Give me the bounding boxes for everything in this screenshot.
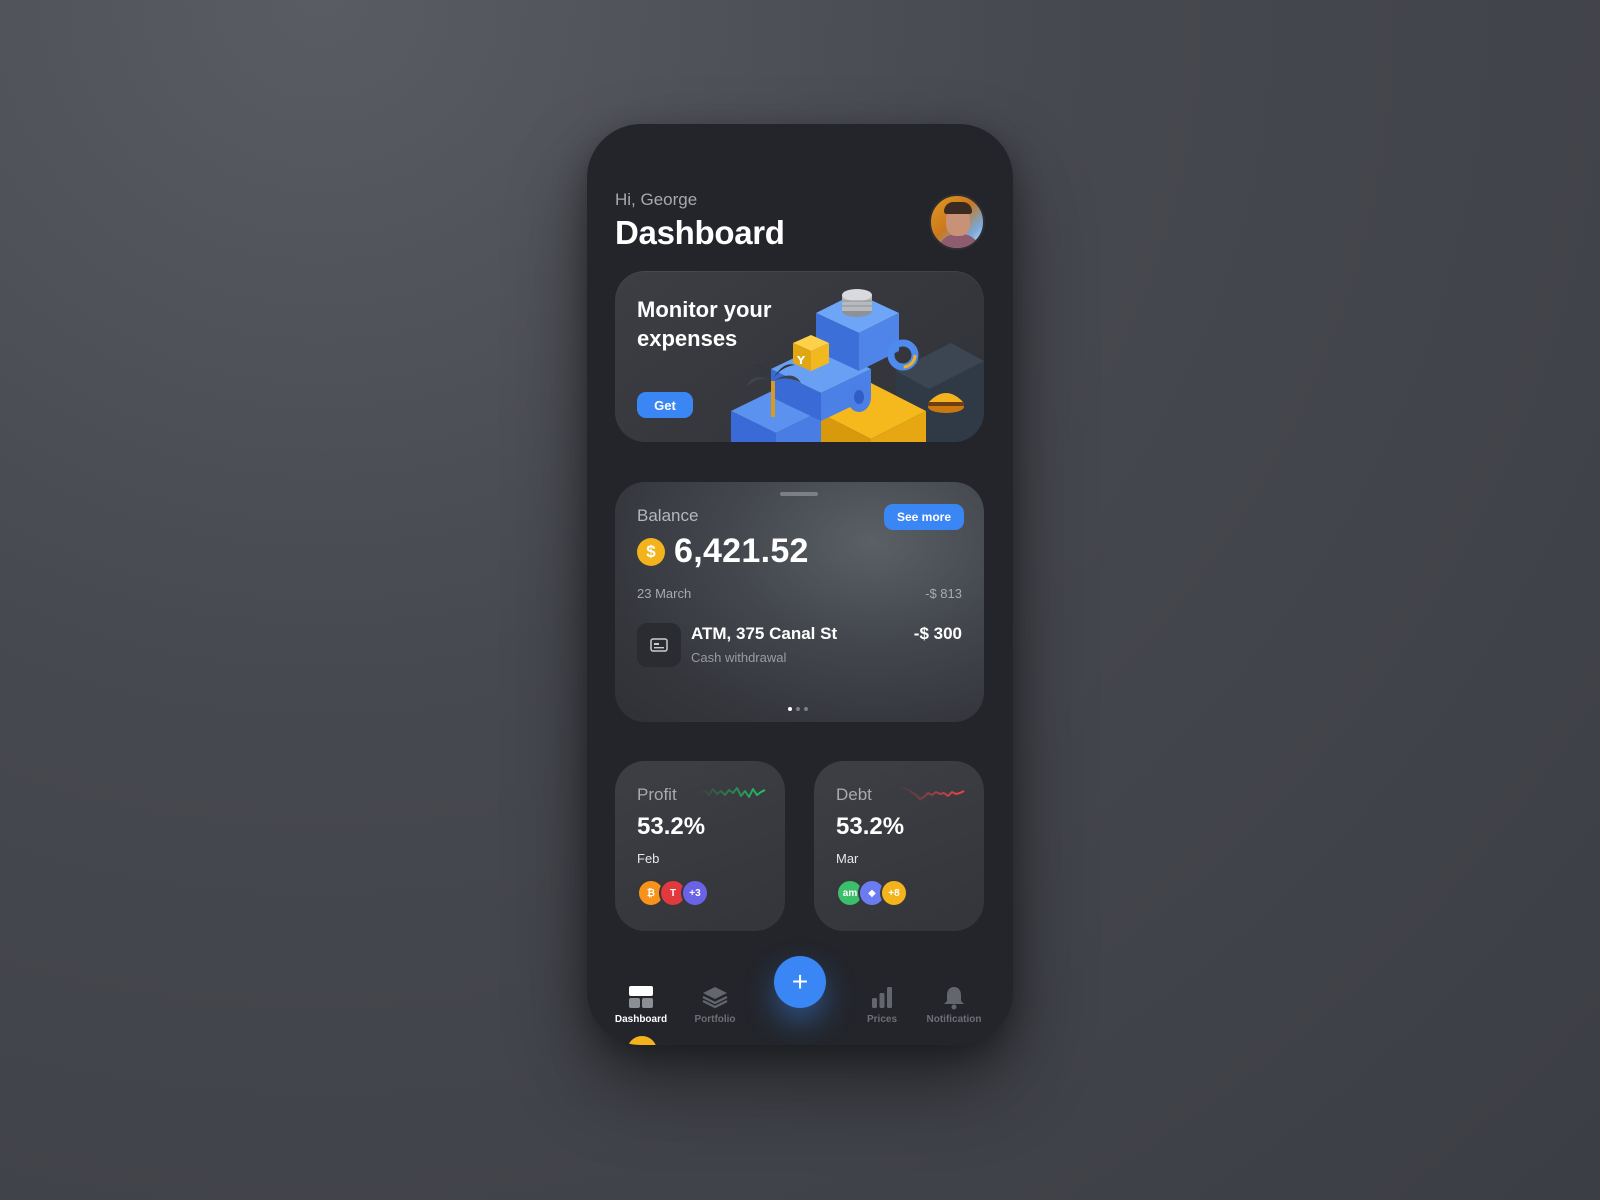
pager-dot[interactable]: [804, 707, 808, 711]
promo-card[interactable]: Monitor your expenses Get Y: [615, 271, 984, 442]
balance-label: Balance: [637, 506, 699, 525]
nav-label-notification: Notification: [926, 1014, 982, 1025]
dollar-coin-icon: $: [637, 538, 665, 566]
balance-card[interactable]: Balance See more $ 6,421.52 23 March -$ …: [615, 482, 984, 722]
avatar-shirt: [938, 234, 980, 248]
transaction-subtitle: Cash withdrawal: [691, 650, 787, 665]
chip-glyph: ◆: [868, 887, 876, 899]
nav-item-dashboard[interactable]: Dashboard: [601, 984, 681, 1025]
see-more-button[interactable]: See more: [884, 504, 964, 530]
nav-label-dashboard: Dashboard: [614, 1014, 668, 1025]
avatar-hair: [944, 202, 972, 214]
page-title: Dashboard: [615, 214, 785, 251]
transaction-name[interactable]: ATM, 375 Canal St: [691, 624, 837, 644]
bottom-nav: Dashboard Portfolio + Prices Notificatio…: [587, 954, 1013, 1045]
svg-text:Y: Y: [796, 354, 806, 367]
more-assets-count[interactable]: +3: [681, 879, 709, 907]
profit-month: Feb: [637, 851, 660, 866]
drag-handle[interactable]: [780, 492, 818, 496]
chip-glyph: ₿: [646, 887, 656, 899]
avatar[interactable]: [929, 194, 985, 250]
nav-item-portfolio[interactable]: Portfolio: [675, 984, 755, 1025]
chip-glyph: +3: [689, 887, 701, 899]
greeting-text: Hi, George: [615, 190, 698, 209]
profit-label: Profit: [637, 785, 677, 804]
layers-icon: [702, 987, 728, 1009]
transaction-amount: -$ 300: [913, 624, 962, 643]
debt-card[interactable]: Debt 53.2% Mar am ◆ +8: [814, 761, 984, 931]
debt-sparkline-icon: [898, 787, 965, 800]
chip-glyph: T: [669, 887, 677, 899]
bar-chart-icon: [872, 987, 892, 1008]
chip-glyph: am: [842, 887, 858, 899]
nav-item-notification[interactable]: Notification: [914, 984, 994, 1025]
balance-amount: 6,421.52: [674, 532, 809, 570]
pager-dot[interactable]: [796, 707, 800, 711]
bell-icon: [944, 987, 964, 1010]
profit-value: 53.2%: [637, 813, 706, 840]
debt-label: Debt: [836, 785, 872, 804]
profit-sparkline-icon: [699, 787, 766, 798]
plus-icon: +: [791, 966, 809, 997]
add-button[interactable]: +: [774, 956, 826, 1008]
pager-dots[interactable]: [788, 707, 808, 711]
atm-card-icon[interactable]: [637, 623, 681, 667]
phone-screen: Hi, George Dashboard Monitor your expens…: [587, 124, 1013, 1045]
nav-label-prices: Prices: [866, 1014, 898, 1025]
get-button[interactable]: Get: [637, 392, 693, 418]
nav-item-prices[interactable]: Prices: [842, 984, 922, 1025]
pager-dot[interactable]: [788, 707, 792, 711]
profit-card[interactable]: Profit 53.2% Feb ₿ T +3: [615, 761, 785, 931]
dashboard-icon: [629, 986, 653, 1008]
debt-month: Mar: [836, 851, 859, 866]
nav-label-portfolio: Portfolio: [694, 1014, 736, 1025]
expenses-illustration-icon: Y: [731, 289, 984, 442]
balance-day-delta: -$ 813: [925, 586, 962, 601]
debt-value: 53.2%: [836, 813, 905, 840]
balance-date: 23 March: [637, 586, 692, 601]
more-assets-count[interactable]: +8: [880, 879, 908, 907]
chip-glyph: +8: [888, 887, 900, 899]
